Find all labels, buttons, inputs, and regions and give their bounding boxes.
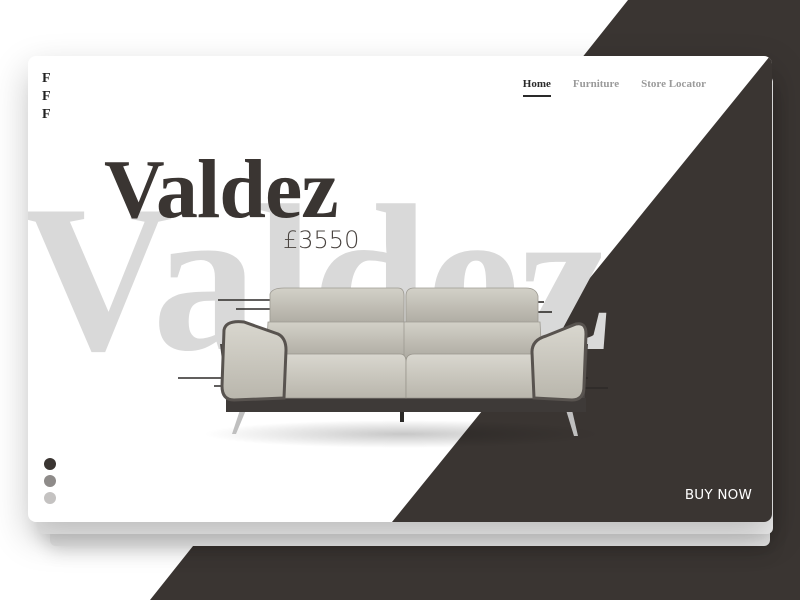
nav-home[interactable]: Home	[522, 78, 551, 97]
logo-letter: F	[42, 89, 51, 104]
carousel-dots	[44, 458, 56, 504]
brand-logo[interactable]: F F F	[42, 70, 51, 124]
carousel-dot-2[interactable]	[44, 475, 56, 487]
logo-letter: F	[42, 107, 51, 122]
main-nav: Home Furniture Store Locator	[522, 78, 706, 97]
sofa-image	[178, 287, 608, 448]
product-title: Valdez	[104, 143, 339, 236]
product-card: Valdez F F F Home Furniture Store Locato…	[28, 56, 772, 522]
stage: Valdez F F F Home Furniture Store Locato…	[0, 0, 800, 600]
nav-furniture[interactable]: Furniture	[573, 78, 619, 90]
buy-now-button[interactable]: BUY NOW	[685, 487, 752, 503]
logo-letter: F	[42, 71, 51, 86]
product-price: £3550	[283, 226, 360, 254]
carousel-dot-3[interactable]	[44, 492, 56, 504]
carousel-dot-1[interactable]	[44, 458, 56, 470]
nav-store-locator[interactable]: Store Locator	[641, 78, 706, 90]
